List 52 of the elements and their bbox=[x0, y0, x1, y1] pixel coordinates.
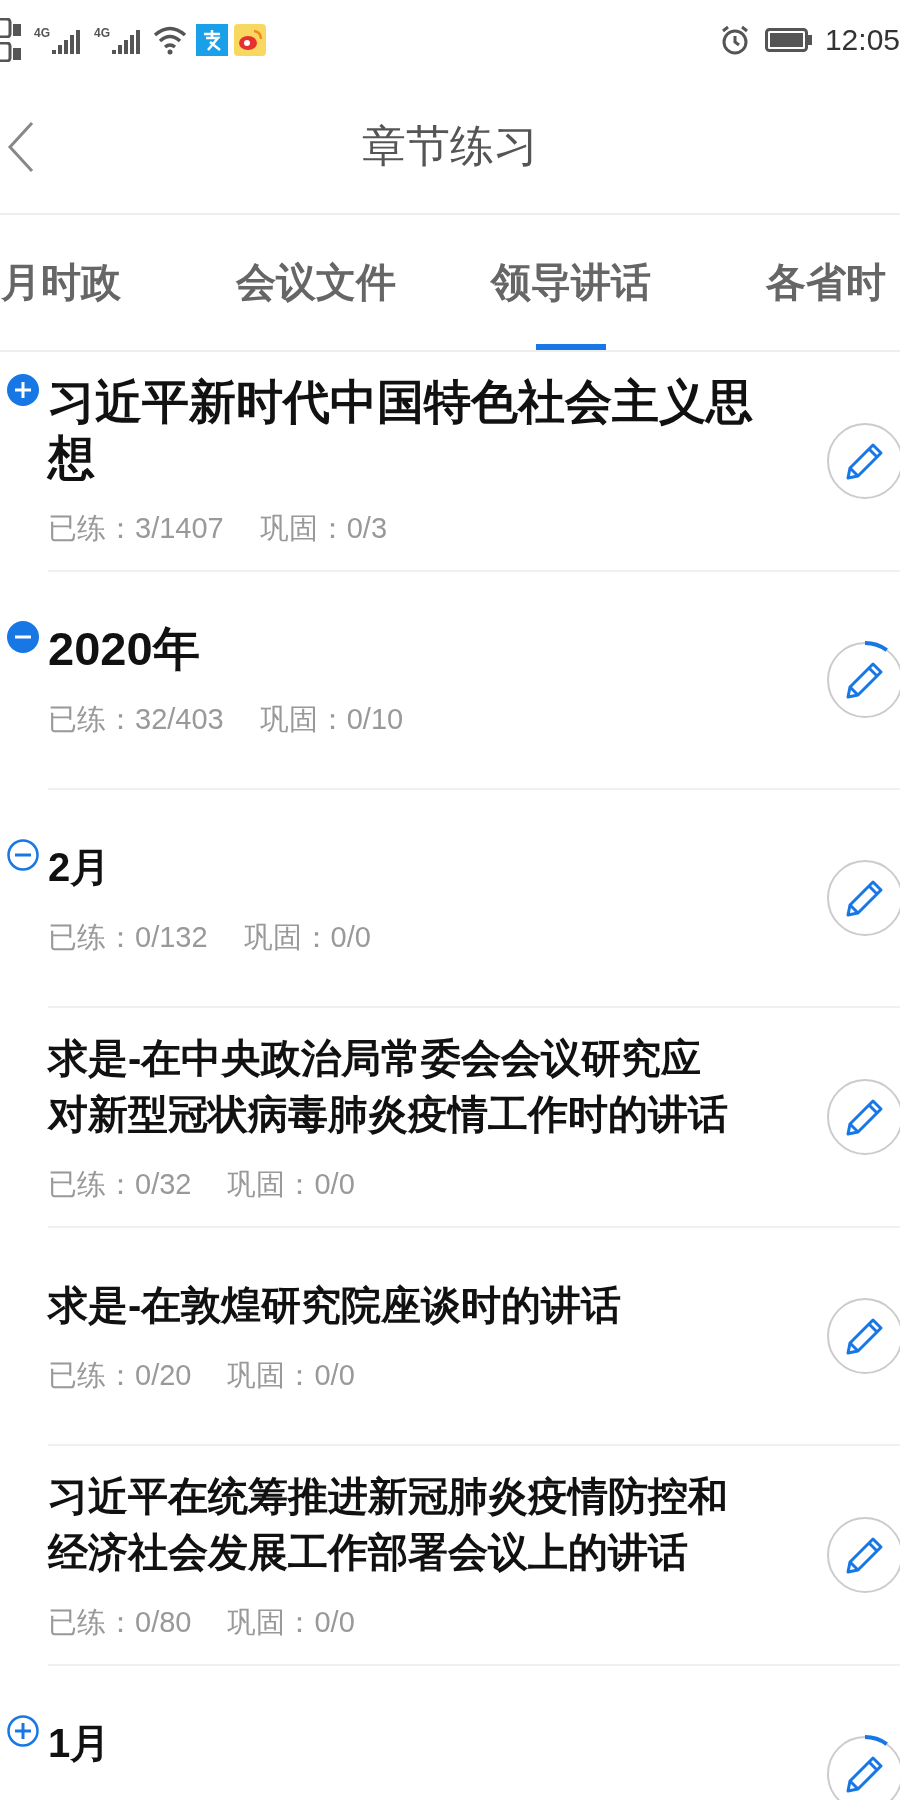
practice-button[interactable] bbox=[826, 1735, 900, 1800]
pencil-icon bbox=[846, 443, 883, 480]
practice-button[interactable] bbox=[826, 859, 900, 937]
pencil-icon bbox=[846, 1318, 883, 1355]
practice-button[interactable] bbox=[826, 422, 900, 500]
chapter-title[interactable]: 1月 bbox=[48, 1715, 738, 1771]
battery-icon bbox=[764, 28, 813, 52]
chapter-title[interactable]: 2月 bbox=[48, 839, 738, 895]
pencil-icon bbox=[846, 1756, 883, 1793]
category-tab[interactable]: 各省时 bbox=[698, 215, 900, 350]
collapse-icon[interactable] bbox=[7, 621, 39, 653]
expand-icon[interactable] bbox=[7, 374, 39, 406]
expand-icon[interactable] bbox=[7, 1715, 39, 1747]
category-tab[interactable]: 会议文件 bbox=[188, 215, 443, 350]
practice-button[interactable] bbox=[826, 1078, 900, 1156]
practiced-count: 已练：0/32 bbox=[48, 1167, 192, 1202]
category-tab[interactable]: 月时政 bbox=[0, 215, 188, 350]
app-icon bbox=[234, 24, 267, 56]
practiced-count: 已练：0/20 bbox=[48, 1358, 192, 1393]
page-title: 章节练习 bbox=[361, 120, 539, 172]
consolidated-count: 巩固：0/10 bbox=[259, 702, 404, 737]
back-icon[interactable] bbox=[6, 120, 36, 173]
clock-time: 12:05 bbox=[824, 23, 900, 57]
consolidated-count: 巩固：0/0 bbox=[227, 1605, 355, 1640]
wifi-icon bbox=[152, 25, 189, 55]
practiced-count: 已练：0/132 bbox=[48, 920, 208, 955]
consolidated-count: 巩固：0/0 bbox=[243, 920, 371, 955]
chapter-title[interactable]: 求是-在中央政治局常委会会议研究应对新型冠状病毒肺炎疫情工作时的讲话 bbox=[48, 1030, 738, 1142]
chapter-title[interactable]: 2020年 bbox=[48, 621, 768, 677]
practiced-count: 已练：0/80 bbox=[48, 1605, 192, 1640]
network-label: 4G bbox=[94, 26, 111, 40]
consolidated-count: 巩固：0/0 bbox=[227, 1358, 355, 1393]
pencil-icon bbox=[846, 662, 883, 699]
consolidated-count: 巩固：0/3 bbox=[259, 511, 388, 546]
pencil-icon bbox=[846, 1099, 883, 1136]
app-icon bbox=[196, 24, 229, 56]
pencil-icon bbox=[846, 880, 883, 917]
category-tab[interactable]: 领导讲话 bbox=[443, 215, 698, 350]
pencil-icon bbox=[846, 1537, 883, 1574]
practiced-count: 已练：32/403 bbox=[48, 702, 224, 737]
practice-button[interactable] bbox=[826, 1297, 900, 1375]
practice-button[interactable] bbox=[826, 641, 900, 719]
chapter-title[interactable]: 求是-在敦煌研究院座谈时的讲话 bbox=[48, 1277, 738, 1333]
network-label: 4G bbox=[34, 26, 50, 40]
practiced-count: 已练：3/1407 bbox=[48, 511, 224, 546]
chapter-title[interactable]: 习近平新时代中国特色社会主义思想 bbox=[48, 374, 768, 486]
sim-icon bbox=[0, 42, 22, 62]
practice-button[interactable] bbox=[826, 1516, 900, 1594]
collapse-icon[interactable] bbox=[7, 839, 39, 871]
sim-icon bbox=[0, 18, 22, 38]
consolidated-count: 巩固：0/0 bbox=[227, 1167, 355, 1202]
chapter-title[interactable]: 习近平在统筹推进新冠肺炎疫情防控和经济社会发展工作部署会议上的讲话 bbox=[48, 1468, 738, 1580]
